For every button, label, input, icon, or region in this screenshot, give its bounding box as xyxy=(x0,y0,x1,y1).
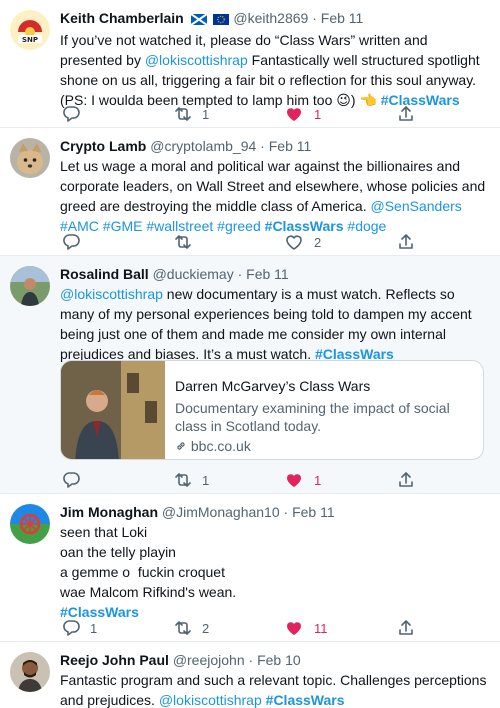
share-icon xyxy=(399,472,413,487)
tweet-text: Fantastic program and such a relevant to… xyxy=(60,672,487,708)
like-icon xyxy=(286,235,302,250)
avatar[interactable] xyxy=(10,504,50,544)
mention-link[interactable]: @lokiscottishrap xyxy=(60,286,163,302)
retweet-icon xyxy=(175,473,191,487)
user-handle[interactable]: @JimMonaghan10 xyxy=(162,504,280,520)
like-count: 1 xyxy=(314,472,322,488)
tweet-date[interactable]: Feb 11 xyxy=(292,504,335,520)
like-button[interactable]: 11 xyxy=(284,618,328,638)
user-handle[interactable]: @reejojohn xyxy=(173,652,245,668)
user-handle[interactable]: @duckiemay xyxy=(153,266,234,282)
retweet-button[interactable] xyxy=(172,232,192,252)
text-line: seen that Loki xyxy=(60,524,148,540)
like-button[interactable]: 2 xyxy=(284,232,321,252)
link-icon xyxy=(175,438,187,454)
mention-link[interactable]: @lokiscottishrap xyxy=(159,692,262,708)
reply-button[interactable] xyxy=(60,232,80,252)
retweet-count: 1 xyxy=(202,106,210,122)
mention-link[interactable]: @lokiscottishrap xyxy=(145,52,248,68)
card-image xyxy=(61,361,165,459)
user-handle[interactable]: @keith2869 xyxy=(233,10,308,26)
share-button[interactable] xyxy=(396,104,416,124)
retweet-icon xyxy=(175,107,191,121)
retweet-count: 2 xyxy=(202,620,210,636)
avatar[interactable] xyxy=(10,652,50,692)
share-icon xyxy=(399,620,413,635)
like-icon xyxy=(287,622,301,635)
user-handle[interactable]: @cryptolamb_94 xyxy=(150,138,256,154)
reply-icon xyxy=(63,472,80,488)
separator: · xyxy=(248,652,254,668)
like-count: 11 xyxy=(314,620,328,636)
user-name[interactable]: Jim Monaghan xyxy=(60,504,158,520)
hashtag-link[interactable]: #ClassWars xyxy=(266,692,345,708)
like-count: 2 xyxy=(314,234,322,250)
timeline-feed: SNP Keith Chamberlain @keith2869 · Feb 1… xyxy=(0,0,500,708)
card-title: Darren McGarvey’s Class Wars xyxy=(175,378,371,394)
scotland-flag-icon xyxy=(190,10,208,30)
card-description: Documentary examining the impact of soci… xyxy=(175,400,450,434)
reply-icon xyxy=(63,106,80,122)
link-preview-card[interactable]: Darren McGarvey’s Class Wars Documentary… xyxy=(60,360,484,460)
user-name[interactable]: Keith Chamberlain xyxy=(60,10,184,26)
separator: · xyxy=(283,504,289,520)
text-line: wae Malcom Rifkind's wean. xyxy=(60,584,237,600)
avatar[interactable]: SNP xyxy=(10,10,50,50)
reply-count: 1 xyxy=(90,620,98,636)
tweet[interactable]: Reejo John Paul @reejojohn · Feb 10 Fant… xyxy=(0,642,500,708)
retweet-button[interactable]: 1 xyxy=(172,104,209,124)
text-line: oan the telly playin xyxy=(60,544,176,560)
reply-button[interactable]: 1 xyxy=(60,618,97,638)
tweet-date[interactable]: Feb 11 xyxy=(269,138,312,154)
like-icon xyxy=(287,474,301,487)
share-button[interactable] xyxy=(396,232,416,252)
tweet[interactable]: Rosalind Ball @duckiemay · Feb 11 @lokis… xyxy=(0,256,500,494)
user-name[interactable]: Crypto Lamb xyxy=(60,138,146,154)
share-button[interactable] xyxy=(396,618,416,638)
card-domain: bbc.co.uk xyxy=(175,437,475,455)
avatar-label: SNP xyxy=(22,36,38,44)
tweet-text: seen that Loki oan the telly playin a ge… xyxy=(60,522,488,622)
user-name[interactable]: Reejo John Paul xyxy=(60,652,169,668)
retweet-icon xyxy=(175,235,191,249)
tweet-text: @lokiscottishrap new documentary is a mu… xyxy=(60,286,472,362)
like-icon xyxy=(287,108,301,121)
retweet-button[interactable]: 1 xyxy=(172,470,209,490)
tweet[interactable]: Jim Monaghan @JimMonaghan10 · Feb 11 see… xyxy=(0,494,500,642)
share-icon xyxy=(399,106,413,121)
separator: · xyxy=(237,266,243,282)
tweet-date[interactable]: Feb 11 xyxy=(246,266,289,282)
avatar[interactable] xyxy=(10,266,50,306)
tweet-date[interactable]: Feb 11 xyxy=(321,10,364,26)
retweet-button[interactable]: 2 xyxy=(172,618,209,638)
separator: · xyxy=(312,10,317,26)
tweet-text: If you’ve not watched it, please do “Cla… xyxy=(60,32,480,108)
tweet[interactable]: Crypto Lamb @cryptolamb_94 · Feb 11 Let … xyxy=(0,128,500,256)
eu-flag-icon xyxy=(213,10,230,30)
retweet-count: 1 xyxy=(202,472,210,488)
tweet-text: Let us wage a moral and political war ag… xyxy=(60,158,486,234)
like-button[interactable]: 1 xyxy=(284,470,321,490)
reply-icon xyxy=(63,234,80,250)
tweet-date[interactable]: Feb 10 xyxy=(257,652,301,668)
share-button[interactable] xyxy=(396,470,416,490)
reply-button[interactable] xyxy=(60,470,80,490)
like-button[interactable]: 1 xyxy=(284,104,321,124)
user-name[interactable]: Rosalind Ball xyxy=(60,266,149,282)
reply-button[interactable] xyxy=(60,104,80,124)
like-count: 1 xyxy=(314,106,322,122)
separator: · xyxy=(260,138,265,154)
retweet-icon xyxy=(175,621,191,635)
avatar[interactable] xyxy=(10,138,50,178)
tweet[interactable]: SNP Keith Chamberlain @keith2869 · Feb 1… xyxy=(0,0,500,128)
share-icon xyxy=(399,234,413,249)
reply-icon xyxy=(63,620,80,636)
text-line: a gemme o fuckin croquet xyxy=(60,564,225,580)
